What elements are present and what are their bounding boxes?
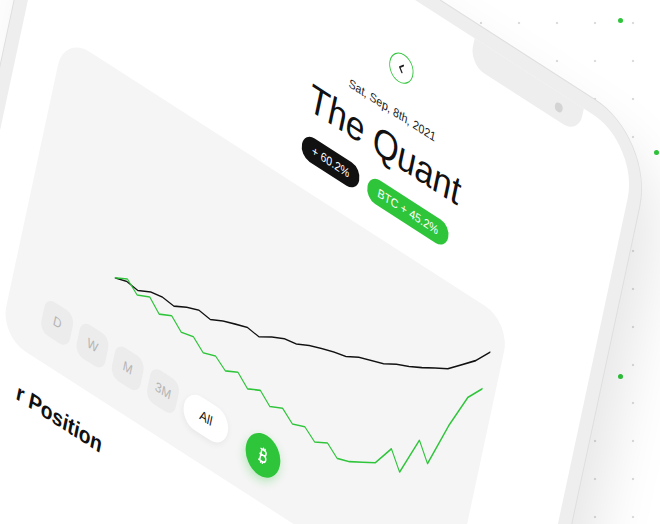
period-tab[interactable]: W (75, 320, 111, 372)
decor-dot (654, 150, 659, 155)
period-tab[interactable]: D (39, 297, 75, 349)
phone: Sat, Sep, 8th, 2021The Quant+ 60.2%BTC +… (0, 0, 654, 524)
period-tabs: DWM3MAll (39, 294, 448, 524)
mockup-canvas: Sat, Sep, 8th, 2021The Quant+ 60.2%BTC +… (0, 0, 660, 524)
period-tab[interactable]: 3M (145, 365, 181, 417)
bitcoin-button[interactable] (242, 425, 284, 486)
bitcoin-icon (254, 441, 273, 468)
chart-line (115, 130, 491, 499)
period-tab[interactable]: All (181, 388, 232, 449)
camera-icon (554, 100, 563, 114)
chevron-left-icon (394, 58, 409, 79)
decor-dot (618, 18, 623, 23)
chart-card: DWM3MAll (0, 35, 510, 524)
decor-dot (618, 374, 623, 379)
chart-line (108, 167, 483, 524)
back-button[interactable] (387, 47, 416, 90)
period-tab[interactable]: M (110, 342, 146, 394)
phone-notch (469, 38, 584, 134)
